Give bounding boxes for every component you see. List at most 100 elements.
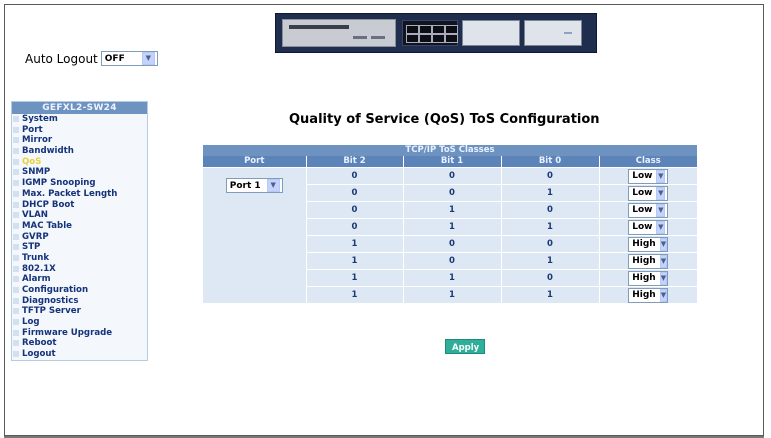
cell-bit2: 0 <box>305 201 403 219</box>
sidebar-item-alarm[interactable]: Alarm <box>12 274 147 285</box>
cell-class: High ▼ <box>598 235 697 253</box>
cell-bit1: 1 <box>402 286 501 303</box>
sidebar-item-mirror[interactable]: Mirror <box>12 135 147 146</box>
chevron-down-icon[interactable]: ▼ <box>141 52 155 65</box>
table-group-header: TCP/IP ToS Classes <box>203 145 697 156</box>
cell-bit0: 0 <box>500 269 599 287</box>
sidebar-item-log[interactable]: Log <box>12 317 147 328</box>
cell-class: High ▼ <box>598 286 697 303</box>
switch-panel-image <box>275 13 597 53</box>
chevron-down-icon[interactable]: ▼ <box>656 220 666 234</box>
cell-bit0: 1 <box>500 252 599 270</box>
chevron-down-icon[interactable]: ▼ <box>656 169 666 183</box>
chevron-down-icon[interactable]: ▼ <box>659 237 668 251</box>
class-select-value: Low <box>632 171 653 181</box>
column-header-class: Class <box>598 156 697 168</box>
cell-bit1: 0 <box>402 184 501 202</box>
cell-bit1: 1 <box>402 201 501 219</box>
auto-logout-value: OFF <box>104 53 125 64</box>
sidebar-item-logout[interactable]: Logout <box>12 349 147 360</box>
auto-logout-label: Auto Logout <box>25 51 98 66</box>
page-title: Quality of Service (QoS) ToS Configurati… <box>289 112 600 127</box>
sidebar-item-tftp-server[interactable]: TFTP Server <box>12 306 147 317</box>
sidebar-item-stp[interactable]: STP <box>12 242 147 253</box>
cell-bit0: 1 <box>500 286 599 303</box>
switch-port-group-1 <box>402 20 458 46</box>
cell-class: Low ▼ <box>598 218 697 236</box>
class-select[interactable]: High ▼ <box>628 236 669 252</box>
class-select[interactable]: Low ▼ <box>628 202 669 218</box>
apply-button[interactable]: Apply <box>445 339 485 354</box>
cell-bit0: 0 <box>500 201 599 219</box>
cell-bit0: 1 <box>500 184 599 202</box>
auto-logout: Auto Logout OFF ▼ <box>25 51 158 66</box>
cell-bit2: 1 <box>305 286 403 303</box>
cell-bit0: 0 <box>500 235 599 253</box>
chevron-down-icon[interactable]: ▼ <box>659 254 668 268</box>
sidebar-item-dhcp-boot[interactable]: DHCP Boot <box>12 200 147 211</box>
cell-bit0: 0 <box>500 167 599 185</box>
cell-bit1: 0 <box>402 252 501 270</box>
sidebar-item-igmp-snooping[interactable]: IGMP Snooping <box>12 178 147 189</box>
class-select[interactable]: High ▼ <box>628 253 669 269</box>
switch-front-left <box>282 19 396 47</box>
class-select[interactable]: Low ▼ <box>628 185 669 201</box>
sidebar-item-firmware-upgrade[interactable]: Firmware Upgrade <box>12 328 147 339</box>
chevron-down-icon[interactable]: ▼ <box>656 186 666 200</box>
cell-bit1: 1 <box>402 269 501 287</box>
sidebar-item-qos[interactable]: QoS <box>12 157 147 168</box>
class-select-value: High <box>632 273 656 283</box>
sidebar-item-bandwidth[interactable]: Bandwidth <box>12 146 147 157</box>
sidebar-item-trunk[interactable]: Trunk <box>12 253 147 264</box>
class-select[interactable]: High ▼ <box>628 270 669 286</box>
sidebar-item-configuration[interactable]: Configuration <box>12 285 147 296</box>
class-select-value: High <box>632 256 656 266</box>
column-header-bit-1: Bit 1 <box>402 156 501 168</box>
sidebar-title: GEFXL2-SW24 <box>12 102 147 114</box>
cell-bit2: 1 <box>305 269 403 287</box>
sidebar-item-port[interactable]: Port <box>12 125 147 136</box>
cell-class: High ▼ <box>598 252 697 270</box>
sidebar-item-snmp[interactable]: SNMP <box>12 167 147 178</box>
column-header-port: Port <box>203 156 306 168</box>
cell-class: High ▼ <box>598 269 697 287</box>
column-header-bit-0: Bit 0 <box>500 156 599 168</box>
port-select[interactable]: Port 1 ▼ <box>225 178 283 193</box>
table-row: Port 1 ▼ 0 0 0 Low ▼ <box>203 167 697 303</box>
chevron-down-icon[interactable]: ▼ <box>659 288 668 302</box>
chevron-down-icon[interactable]: ▼ <box>659 271 668 285</box>
class-select-value: Low <box>632 205 653 215</box>
chevron-down-icon[interactable]: ▼ <box>266 179 280 192</box>
tos-classes-table: TCP/IP ToS Classes Port Bit 2 Bit 1 Bit 0 Cl… <box>203 145 697 303</box>
cell-bit2: 1 <box>305 252 403 270</box>
class-select-value: Low <box>632 188 653 198</box>
cell-bit1: 1 <box>402 218 501 236</box>
cell-bit2: 0 <box>305 218 403 236</box>
class-select-value: High <box>632 290 656 300</box>
sidebar-item-reboot[interactable]: Reboot <box>12 338 147 349</box>
sidebar-item-mac-table[interactable]: MAC Table <box>12 221 147 232</box>
sidebar-item-system[interactable]: System <box>12 114 147 125</box>
class-select[interactable]: Low ▼ <box>628 168 669 184</box>
sidebar-menu: GEFXL2-SW24 System Port Mirror Bandwidth QoS… <box>11 101 148 361</box>
chevron-down-icon[interactable]: ▼ <box>656 203 666 217</box>
sidebar-item-802-1x[interactable]: 802.1X <box>12 264 147 275</box>
port-cell: Port 1 ▼ <box>203 167 306 303</box>
switch-port-group-2 <box>462 20 520 46</box>
sidebar-item-diagnostics[interactable]: Diagnostics <box>12 296 147 307</box>
switch-port-group-3 <box>524 20 582 46</box>
column-header-bit-2: Bit 2 <box>305 156 403 168</box>
class-select-value: Low <box>632 222 653 232</box>
cell-bit2: 0 <box>305 184 403 202</box>
sidebar-item-max-packet-length[interactable]: Max. Packet Length <box>12 189 147 200</box>
sidebar-item-gvrp[interactable]: GVRP <box>12 232 147 243</box>
sidebar-item-vlan[interactable]: VLAN <box>12 210 147 221</box>
cell-bit2: 1 <box>305 235 403 253</box>
class-select[interactable]: Low ▼ <box>628 219 669 235</box>
cell-class: Low ▼ <box>598 167 697 185</box>
cell-bit2: 0 <box>305 167 403 185</box>
cell-class: Low ▼ <box>598 201 697 219</box>
auto-logout-select[interactable]: OFF ▼ <box>100 51 158 66</box>
cell-bit1: 0 <box>402 167 501 185</box>
class-select[interactable]: High ▼ <box>628 287 669 303</box>
